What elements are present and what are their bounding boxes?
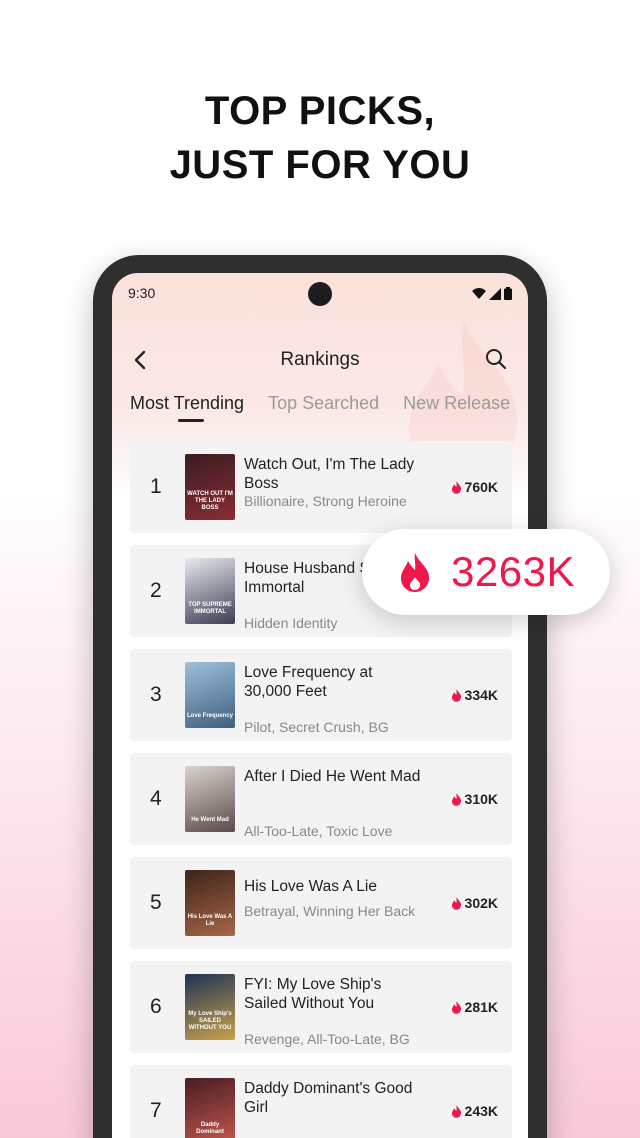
status-time: 9:30: [128, 285, 156, 301]
ranking-card[interactable]: 4 He Went Mad After I Died He Went Mad All-…: [130, 753, 512, 845]
heat-count: 302K: [451, 895, 498, 911]
active-tab-indicator: [178, 419, 204, 422]
signal-icon: [489, 287, 501, 300]
book-cover[interactable]: Daddy Dominant: [185, 1078, 235, 1138]
book-title: Love Frequency at 30,000 Feet: [244, 664, 373, 700]
book-title: Watch Out, I'm The Lady Boss: [244, 456, 415, 492]
battery-icon: [504, 287, 512, 300]
book-tags: Betrayal, Winning Her Back: [244, 903, 416, 919]
book-cover[interactable]: WATCH OUT I'M THE LADY BOSS: [185, 454, 235, 520]
phone-screen: 9:30 Rankings Most Trending Top Searched N…: [112, 273, 528, 1138]
flame-icon: [451, 480, 461, 494]
flame-icon: [451, 1104, 461, 1118]
heat-count: 760K: [451, 479, 498, 495]
ranking-card[interactable]: 1 WATCH OUT I'M THE LADY BOSS Watch Out, I…: [130, 441, 512, 533]
ranking-card[interactable]: 6 My Love Ship's SAILED WITHOUT YOU FYI: M…: [130, 961, 512, 1053]
popup-heat-value: 3263K: [451, 548, 575, 595]
page-title: Rankings: [280, 349, 360, 370]
heat-value: 243K: [464, 1103, 498, 1119]
wifi-icon: [472, 288, 486, 299]
flame-icon: [451, 896, 461, 910]
cover-text: TOP SUPREME IMMORTAL: [188, 602, 232, 615]
cover-text: Daddy Dominant: [196, 1122, 224, 1135]
rank-number: 3: [150, 683, 162, 706]
tab-top-searched[interactable]: Top Searched: [268, 393, 379, 414]
flame-icon: [451, 1000, 461, 1014]
cover-text: WATCH OUT I'M THE LADY BOSS: [187, 491, 233, 511]
status-icons: [472, 287, 512, 300]
book-title: His Love Was A Lie: [244, 878, 377, 895]
flame-icon: [451, 792, 461, 806]
rank-number: 6: [150, 995, 162, 1018]
search-icon[interactable]: [484, 347, 508, 371]
book-cover[interactable]: TOP SUPREME IMMORTAL: [185, 558, 235, 624]
book-title: After I Died He Went Mad: [244, 768, 421, 785]
rank-number: 2: [150, 579, 162, 602]
heat-count: 334K: [451, 687, 498, 703]
headline-line-2: JUST FOR YOU: [169, 143, 471, 187]
book-cover[interactable]: He Went Mad: [185, 766, 235, 832]
heat-value: 760K: [464, 479, 498, 495]
cover-text: He Went Mad: [191, 817, 229, 823]
rank-number: 4: [150, 787, 162, 810]
book-cover[interactable]: Love Frequency: [185, 662, 235, 728]
book-title: Daddy Dominant's Good Girl: [244, 1080, 413, 1116]
book-title: FYI: My Love Ship's Sailed Without You: [244, 976, 382, 1012]
heat-value: 310K: [464, 791, 498, 807]
heat-count: 310K: [451, 791, 498, 807]
rank-number: 7: [150, 1099, 162, 1122]
ranking-card[interactable]: 7 Daddy Dominant Daddy Dominant's Good Gir…: [130, 1065, 512, 1138]
rank-number: 5: [150, 891, 162, 914]
cover-text: His Love Was A Lie: [187, 914, 233, 927]
headline-line-1: TOP PICKS,: [204, 89, 436, 133]
book-tags: Pilot, Secret Crush, BG: [244, 719, 389, 735]
heat-value: 281K: [464, 999, 498, 1015]
heat-count: 243K: [451, 1103, 498, 1119]
rank-number: 1: [150, 475, 162, 498]
ranking-card[interactable]: 3 Love Frequency Love Frequency at 30,000 …: [130, 649, 512, 741]
tab-new-release[interactable]: New Release: [403, 393, 510, 414]
trending-heat-popup: 3263K: [362, 529, 610, 615]
top-nav: Rankings: [112, 345, 528, 375]
heat-count: 281K: [451, 999, 498, 1015]
front-camera: [308, 282, 332, 306]
cover-text: My Love Ship's SAILED WITHOUT YOU: [188, 1011, 232, 1031]
book-cover[interactable]: My Love Ship's SAILED WITHOUT YOU: [185, 974, 235, 1040]
headline: TOP PICKS, JUST FOR YOU: [0, 84, 640, 192]
heat-value: 334K: [464, 687, 498, 703]
book-tags: Hidden Identity: [244, 615, 338, 631]
ranking-card[interactable]: 5 His Love Was A Lie His Love Was A Lie Bet…: [130, 857, 512, 949]
ranking-tabs: Most Trending Top Searched New Release: [130, 393, 528, 423]
book-tags: Revenge, All-Too-Late, BG: [244, 1031, 410, 1047]
book-tags: Billionaire, Strong Heroine: [244, 493, 407, 509]
heat-value: 302K: [464, 895, 498, 911]
book-cover[interactable]: His Love Was A Lie: [185, 870, 235, 936]
cover-text: Love Frequency: [187, 713, 234, 719]
tab-most-trending[interactable]: Most Trending: [130, 393, 244, 414]
flame-icon: [451, 688, 461, 702]
flame-icon: [401, 553, 430, 592]
book-tags: All-Too-Late, Toxic Love: [244, 823, 393, 839]
